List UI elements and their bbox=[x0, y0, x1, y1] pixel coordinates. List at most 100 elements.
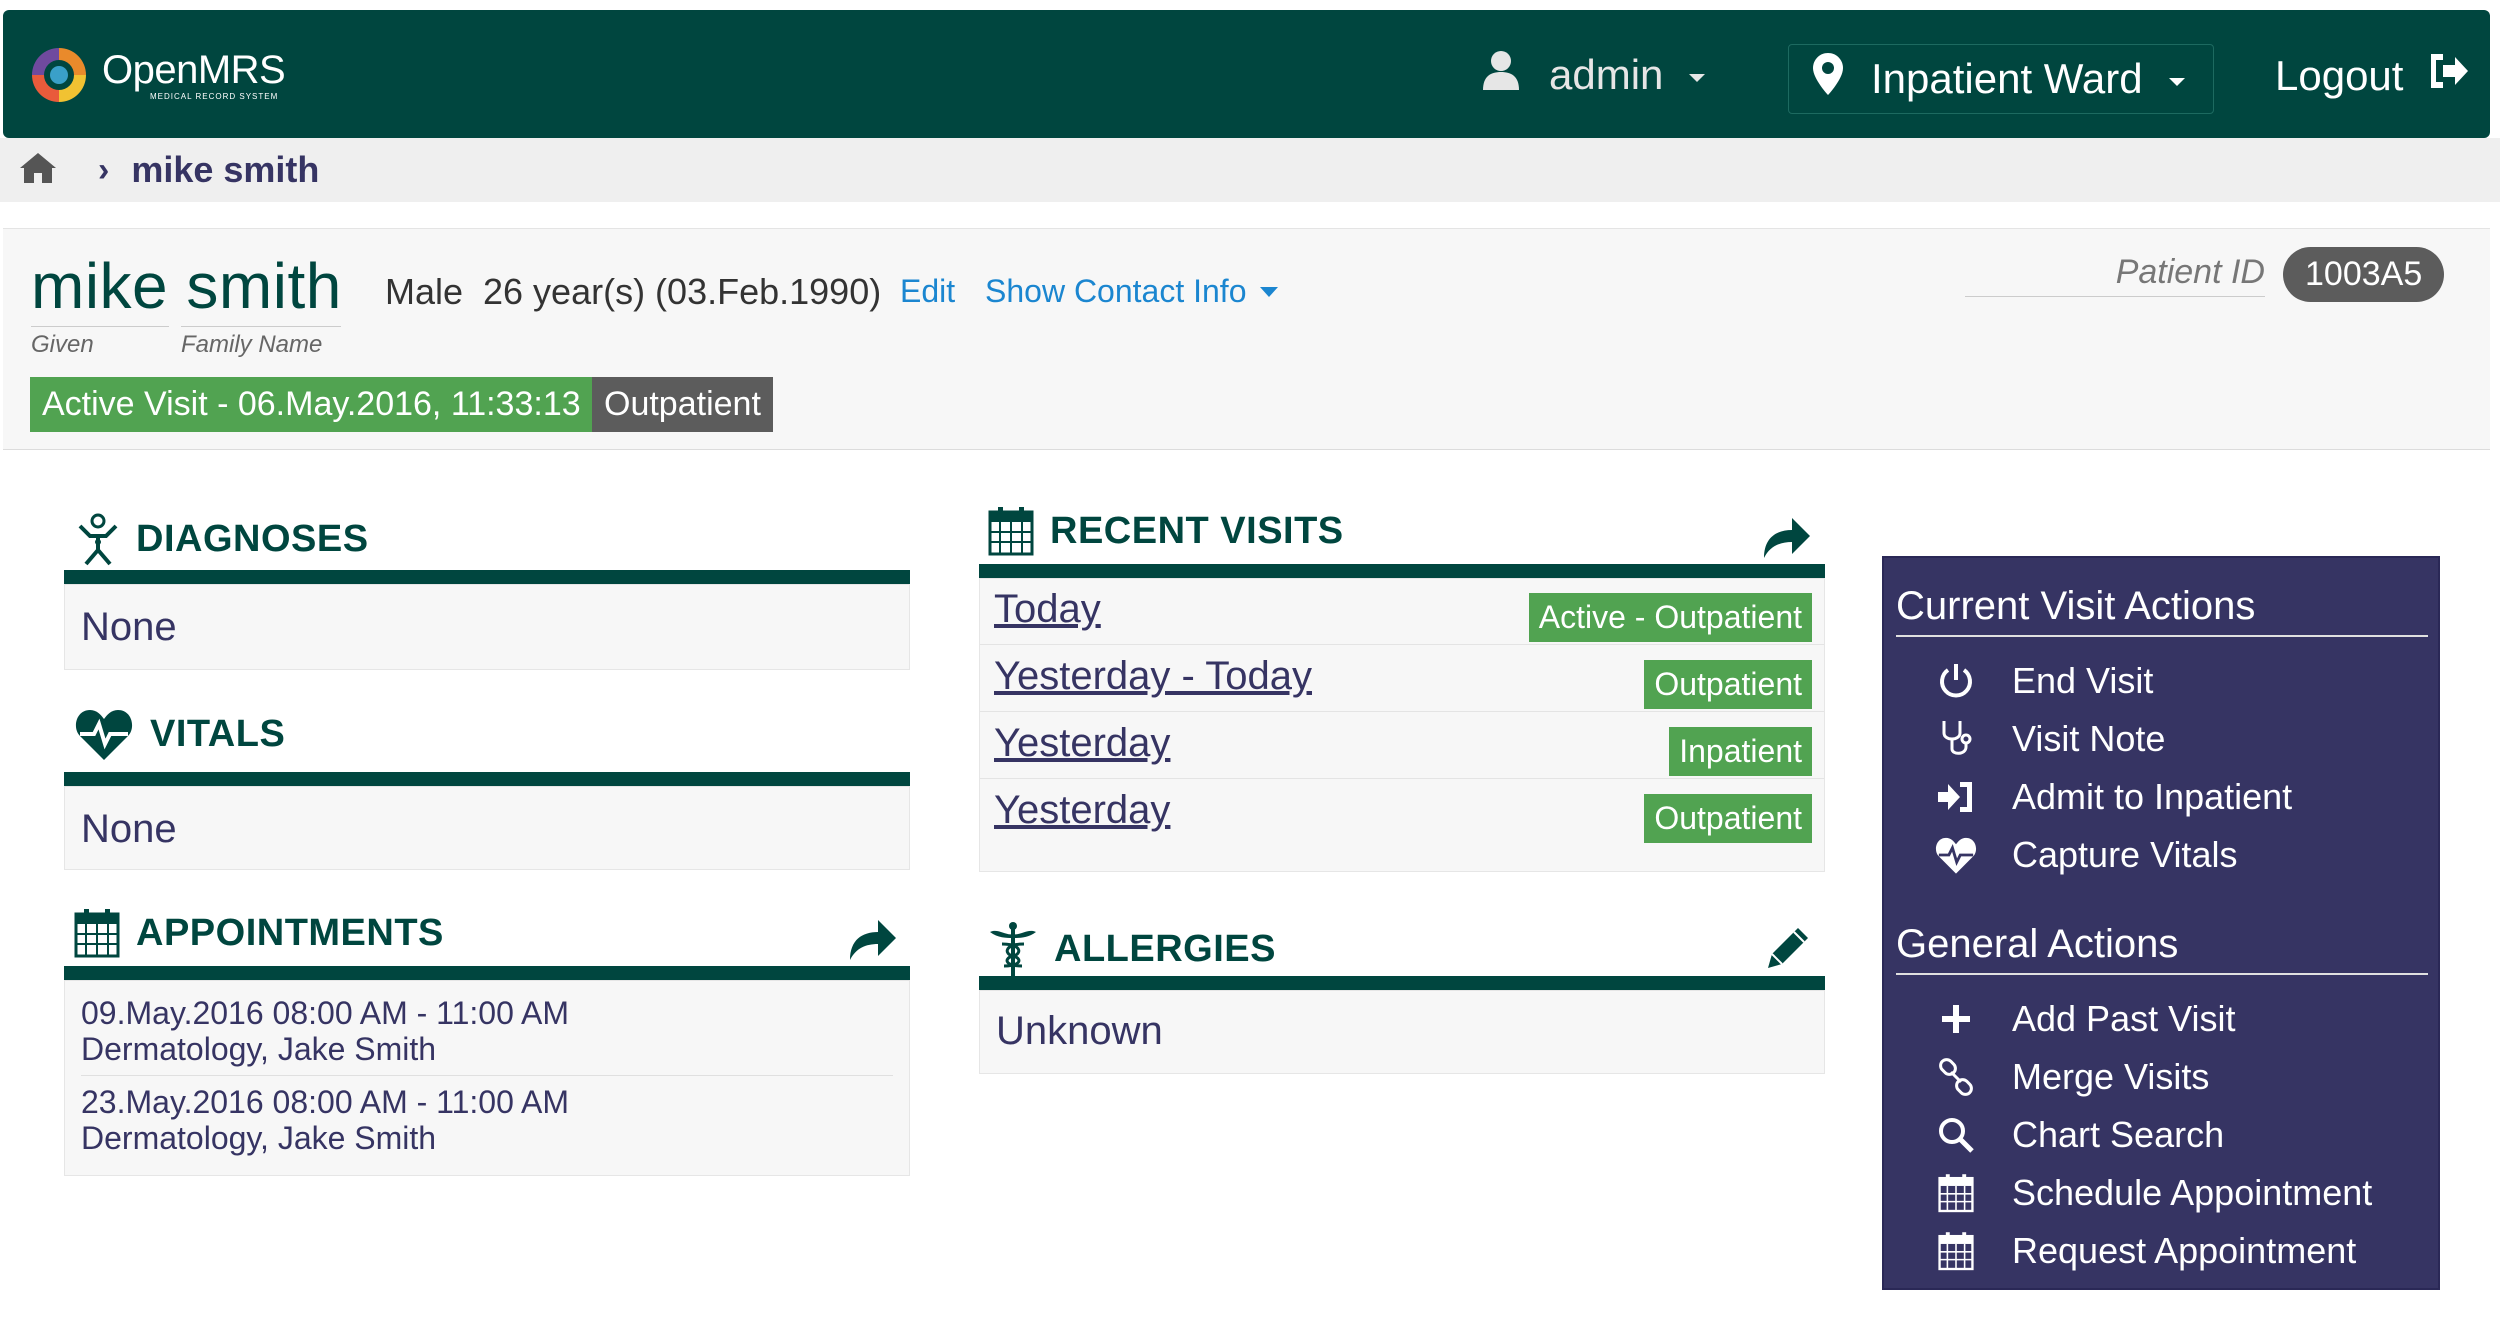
calendar-icon bbox=[1934, 1231, 1978, 1271]
visit-row: Yesterday - Today Outpatient bbox=[980, 646, 1824, 712]
chevron-down-icon bbox=[2168, 78, 2185, 86]
admit-to-inpatient-action[interactable]: Admit to Inpatient bbox=[1934, 776, 2292, 818]
allergies-body: Unknown bbox=[979, 990, 1825, 1074]
visit-status-badge: Active - Outpatient bbox=[1528, 593, 1812, 642]
home-icon[interactable] bbox=[18, 151, 58, 190]
sign-in-icon bbox=[1934, 780, 1978, 814]
merge-visits-action[interactable]: Merge Visits bbox=[1934, 1056, 2209, 1098]
appointment-detail: Dermatology, Jake Smith bbox=[81, 1120, 437, 1156]
capture-vitals-label: Capture Vitals bbox=[2012, 834, 2238, 875]
allergies-divider bbox=[979, 976, 1825, 990]
visit-row: Today Active - Outpatient bbox=[980, 579, 1824, 645]
calendar-icon bbox=[74, 908, 120, 958]
vitals-title: VITALS bbox=[150, 712, 286, 755]
stethoscope-icon bbox=[1934, 719, 1978, 759]
current-visit-actions-heading: Current Visit Actions bbox=[1896, 584, 2428, 637]
chevron-down-icon bbox=[1689, 74, 1706, 82]
appointment-time: 23.May.2016 08:00 AM - 11:00 AM bbox=[81, 1084, 569, 1120]
logout-label: Logout bbox=[2275, 52, 2404, 99]
capture-vitals-action[interactable]: Capture Vitals bbox=[1934, 834, 2237, 876]
appointments-body: 09.May.2016 08:00 AM - 11:00 AM Dermatol… bbox=[64, 980, 910, 1176]
appointment-item: 09.May.2016 08:00 AM - 11:00 AM Dermatol… bbox=[81, 995, 893, 1067]
visit-link[interactable]: Yesterday bbox=[994, 721, 1170, 766]
given-name-label: Given bbox=[31, 326, 169, 359]
diagnosis-icon bbox=[76, 512, 120, 566]
link-icon bbox=[1934, 1058, 1978, 1096]
location-name: Inpatient Ward bbox=[1871, 55, 2143, 102]
visit-note-action[interactable]: Visit Note bbox=[1934, 718, 2165, 760]
breadcrumb: › mike smith bbox=[0, 138, 2500, 202]
visit-type-badge: Outpatient bbox=[592, 377, 773, 432]
visit-row: Yesterday Outpatient bbox=[980, 780, 1824, 846]
visit-status-badge: Outpatient bbox=[1644, 794, 1812, 843]
map-pin-icon bbox=[1813, 53, 1843, 105]
top-header: OpenMRS MEDICAL RECORD SYSTEM admin Inpa… bbox=[3, 10, 2490, 138]
end-visit-label: End Visit bbox=[2012, 660, 2154, 701]
visit-row: Yesterday Inpatient bbox=[980, 713, 1824, 779]
diagnoses-body: None bbox=[64, 584, 910, 670]
allergies-section-title: ALLERGIES bbox=[988, 920, 1276, 978]
active-visit-badge: Active Visit - 06.May.2016, 11:33:13 bbox=[30, 377, 593, 432]
allergies-value: Unknown bbox=[996, 1009, 1163, 1053]
recent-visits-title: RECENT VISITS bbox=[1050, 509, 1344, 552]
breadcrumb-separator-icon: › bbox=[98, 150, 110, 189]
admit-label: Admit to Inpatient bbox=[2012, 776, 2293, 817]
patient-age: 26 year(s) (03.Feb.1990) bbox=[483, 271, 882, 312]
sign-out-icon bbox=[2427, 52, 2469, 100]
openmrs-logo[interactable]: OpenMRS MEDICAL RECORD SYSTEM bbox=[28, 44, 286, 106]
add-past-visit-action[interactable]: Add Past Visit bbox=[1934, 998, 2235, 1040]
merge-visits-label: Merge Visits bbox=[2012, 1056, 2210, 1097]
user-name: admin bbox=[1549, 51, 1664, 98]
visit-status-badge: Inpatient bbox=[1669, 727, 1812, 776]
appointment-divider bbox=[81, 1075, 893, 1076]
chart-search-action[interactable]: Chart Search bbox=[1934, 1114, 2224, 1156]
diagnoses-value: None bbox=[81, 605, 177, 649]
logout-button[interactable]: Logout bbox=[2275, 52, 2469, 100]
pencil-edit-icon[interactable] bbox=[1766, 924, 1812, 975]
user-menu[interactable]: admin bbox=[1483, 50, 1706, 100]
recent-visits-section-title: RECENT VISITS bbox=[988, 506, 1344, 556]
visit-link[interactable]: Yesterday bbox=[994, 788, 1170, 833]
vitals-value: None bbox=[81, 807, 177, 851]
search-icon bbox=[1934, 1117, 1978, 1153]
patient-header: mike smith Given Family Name Male 26 yea… bbox=[3, 228, 2490, 450]
heartbeat-icon bbox=[74, 706, 134, 762]
general-actions-heading: General Actions bbox=[1896, 922, 2428, 975]
appointment-time: 09.May.2016 08:00 AM - 11:00 AM bbox=[81, 995, 569, 1031]
patient-id-label: Patient ID bbox=[1965, 253, 2265, 297]
schedule-appointment-action[interactable]: Schedule Appointment bbox=[1934, 1172, 2372, 1214]
vitals-divider bbox=[64, 772, 910, 786]
family-name-label: Family Name bbox=[181, 326, 341, 359]
location-selector[interactable]: Inpatient Ward bbox=[1788, 44, 2214, 114]
user-icon bbox=[1483, 50, 1519, 100]
power-icon bbox=[1934, 662, 1978, 700]
appointments-title: APPOINTMENTS bbox=[136, 911, 444, 954]
visit-link[interactable]: Today bbox=[994, 587, 1101, 632]
end-visit-action[interactable]: End Visit bbox=[1934, 660, 2153, 702]
allergies-title: ALLERGIES bbox=[1054, 927, 1276, 970]
vitals-section-title: VITALS bbox=[74, 706, 285, 762]
actions-panel: Current Visit Actions End Visit Visit No… bbox=[1882, 556, 2440, 1290]
request-appointment-action[interactable]: Request Appointment bbox=[1934, 1230, 2356, 1272]
logo-subtitle: MEDICAL RECORD SYSTEM bbox=[150, 91, 279, 101]
vitals-body: None bbox=[64, 786, 910, 870]
logo-name: OpenMRS bbox=[102, 47, 286, 92]
appointment-item: 23.May.2016 08:00 AM - 11:00 AM Dermatol… bbox=[81, 1084, 893, 1156]
visit-link[interactable]: Yesterday - Today bbox=[994, 654, 1312, 699]
show-contact-info-link[interactable]: Show Contact Info bbox=[985, 273, 1279, 310]
visit-status-badge: Outpatient bbox=[1644, 660, 1812, 709]
request-appointment-label: Request Appointment bbox=[2012, 1230, 2357, 1271]
diagnoses-title: DIAGNOSES bbox=[136, 517, 369, 560]
appointments-section-title: APPOINTMENTS bbox=[74, 908, 444, 958]
recent-visits-body: Today Active - Outpatient Yesterday - To… bbox=[979, 578, 1825, 872]
schedule-appointment-label: Schedule Appointment bbox=[2012, 1172, 2373, 1213]
share-arrow-icon[interactable] bbox=[1760, 516, 1812, 565]
caduceus-icon bbox=[988, 920, 1038, 978]
edit-patient-link[interactable]: Edit bbox=[900, 273, 955, 310]
patient-id-badge: 1003A5 bbox=[2283, 247, 2445, 302]
breadcrumb-patient-name: mike smith bbox=[131, 149, 320, 190]
add-past-visit-label: Add Past Visit bbox=[2012, 998, 2236, 1039]
share-arrow-icon[interactable] bbox=[846, 918, 898, 967]
show-contact-label: Show Contact Info bbox=[985, 273, 1247, 309]
patient-gender: Male bbox=[385, 271, 464, 312]
